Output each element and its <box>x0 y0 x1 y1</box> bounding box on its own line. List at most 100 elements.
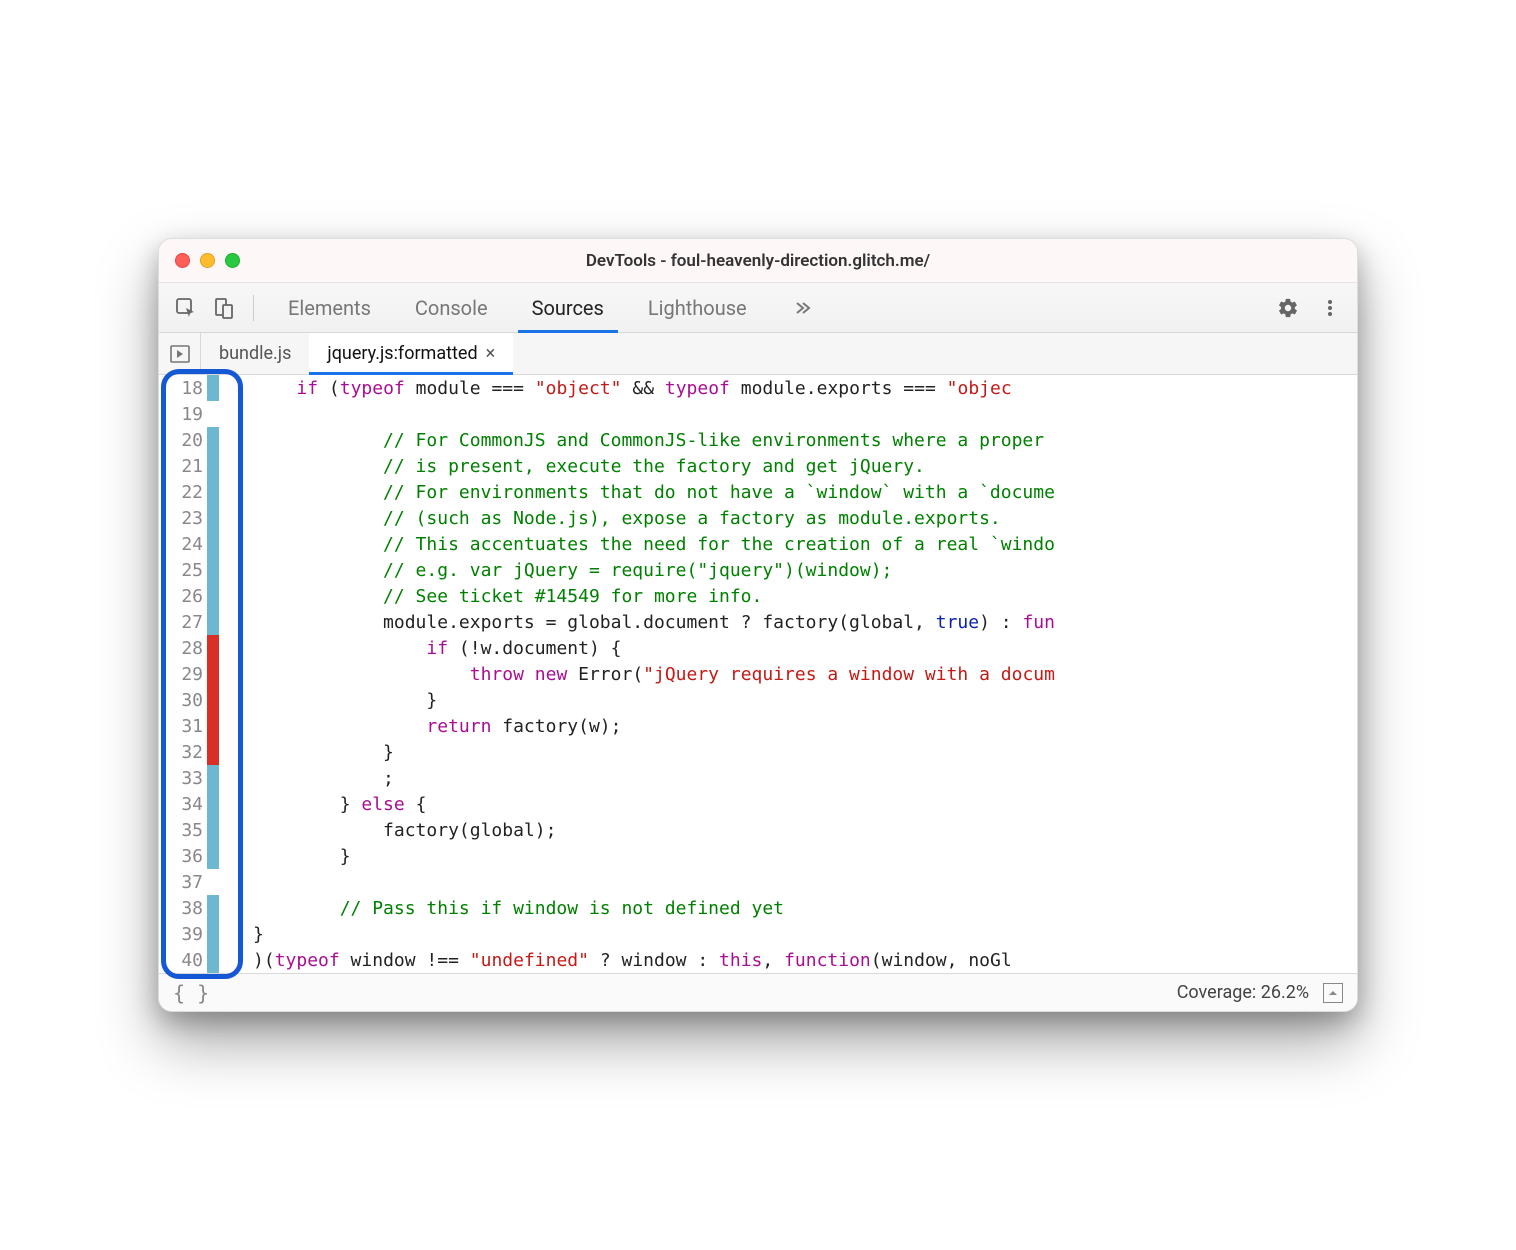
toolbar-divider <box>253 295 254 321</box>
line-number[interactable]: 22 <box>159 482 207 503</box>
line-number[interactable]: 38 <box>159 898 207 919</box>
coverage-marker <box>207 843 219 869</box>
code-line: return factory(w); <box>253 713 1357 739</box>
line-number[interactable]: 25 <box>159 560 207 581</box>
code-line: throw new Error("jQuery requires a windo… <box>253 661 1357 687</box>
coverage-marker <box>207 375 219 401</box>
code-line: } <box>253 687 1357 713</box>
line-number[interactable]: 27 <box>159 612 207 633</box>
file-tab-bar: bundle.js jquery.js:formatted × <box>159 333 1357 375</box>
coverage-marker <box>207 661 219 687</box>
tab-sources[interactable]: Sources <box>510 283 626 332</box>
code-line: } <box>253 843 1357 869</box>
line-number[interactable]: 34 <box>159 794 207 815</box>
line-number[interactable]: 31 <box>159 716 207 737</box>
window-controls <box>175 253 240 268</box>
line-number[interactable]: 36 <box>159 846 207 867</box>
line-number[interactable]: 30 <box>159 690 207 711</box>
code-line: factory(global); <box>253 817 1357 843</box>
coverage-marker <box>207 765 219 791</box>
coverage-marker <box>207 453 219 479</box>
maximize-window-button[interactable] <box>225 253 240 268</box>
line-number[interactable]: 37 <box>159 872 207 893</box>
line-number[interactable]: 28 <box>159 638 207 659</box>
file-tab-jquery[interactable]: jquery.js:formatted × <box>309 333 513 374</box>
code-line: // is present, execute the factory and g… <box>253 453 1357 479</box>
code-content[interactable]: if (typeof module === "object" && typeof… <box>219 375 1357 973</box>
kebab-menu-icon[interactable] <box>1313 291 1347 325</box>
code-line: // This accentuates the need for the cre… <box>253 531 1357 557</box>
window-title: DevTools - foul-heavenly-direction.glitc… <box>586 251 930 271</box>
main-toolbar: Elements Console Sources Lighthouse <box>159 283 1357 333</box>
code-line: if (typeof module === "object" && typeof… <box>253 375 1357 401</box>
coverage-marker <box>207 687 219 713</box>
line-number[interactable]: 24 <box>159 534 207 555</box>
coverage-marker <box>207 713 219 739</box>
pretty-print-icon[interactable]: { } <box>173 981 209 1005</box>
close-tab-icon[interactable]: × <box>486 343 496 364</box>
coverage-marker <box>207 739 219 765</box>
drawer-toggle-icon[interactable] <box>1323 983 1343 1003</box>
line-number[interactable]: 19 <box>159 404 207 425</box>
code-line: // e.g. var jQuery = require("jquery")(w… <box>253 557 1357 583</box>
navigator-toggle-icon[interactable] <box>159 333 201 374</box>
line-number[interactable]: 26 <box>159 586 207 607</box>
file-tab-label: bundle.js <box>219 343 291 364</box>
coverage-marker <box>207 635 219 661</box>
file-tab-bundle[interactable]: bundle.js <box>201 333 309 374</box>
line-number[interactable]: 20 <box>159 430 207 451</box>
coverage-marker <box>207 947 219 973</box>
titlebar: DevTools - foul-heavenly-direction.glitc… <box>159 239 1357 283</box>
minimize-window-button[interactable] <box>200 253 215 268</box>
devtools-window: DevTools - foul-heavenly-direction.glitc… <box>158 238 1358 1012</box>
line-number[interactable]: 39 <box>159 924 207 945</box>
code-line: } <box>253 921 1357 947</box>
code-line: // For environments that do not have a `… <box>253 479 1357 505</box>
statusbar: { } Coverage: 26.2% <box>159 973 1357 1011</box>
code-line: module.exports = global.document ? facto… <box>253 609 1357 635</box>
close-window-button[interactable] <box>175 253 190 268</box>
code-line: } else { <box>253 791 1357 817</box>
coverage-marker <box>207 609 219 635</box>
file-tab-label: jquery.js:formatted <box>327 343 477 364</box>
tab-more-icon[interactable] <box>769 283 833 332</box>
coverage-marker <box>207 791 219 817</box>
code-line: if (!w.document) { <box>253 635 1357 661</box>
line-number[interactable]: 18 <box>159 378 207 399</box>
coverage-marker <box>207 895 219 921</box>
code-line: // For CommonJS and CommonJS-like enviro… <box>253 427 1357 453</box>
coverage-marker <box>207 921 219 947</box>
settings-gear-icon[interactable] <box>1271 291 1305 325</box>
tab-console[interactable]: Console <box>393 283 510 332</box>
line-number[interactable]: 21 <box>159 456 207 477</box>
coverage-marker <box>207 427 219 453</box>
tab-elements[interactable]: Elements <box>266 283 393 332</box>
coverage-marker <box>207 583 219 609</box>
device-toolbar-icon[interactable] <box>207 291 241 325</box>
coverage-status: Coverage: 26.2% <box>1177 982 1309 1003</box>
coverage-marker <box>207 505 219 531</box>
inspect-element-icon[interactable] <box>169 291 203 325</box>
coverage-marker <box>207 531 219 557</box>
coverage-marker <box>207 479 219 505</box>
code-editor: 18 19 20 21 22 23 24 25 26 27 28 29 30 3… <box>159 375 1357 973</box>
coverage-marker <box>207 817 219 843</box>
tab-lighthouse[interactable]: Lighthouse <box>626 283 769 332</box>
code-line: ; <box>253 765 1357 791</box>
line-number[interactable]: 40 <box>159 950 207 971</box>
code-line: // See ticket #14549 for more info. <box>253 583 1357 609</box>
coverage-marker <box>207 557 219 583</box>
code-line: )(typeof window !== "undefined" ? window… <box>253 947 1357 973</box>
coverage-marker <box>207 401 219 427</box>
line-number[interactable]: 23 <box>159 508 207 529</box>
line-number[interactable]: 33 <box>159 768 207 789</box>
code-line <box>253 401 1357 427</box>
line-number[interactable]: 32 <box>159 742 207 763</box>
line-number[interactable]: 35 <box>159 820 207 841</box>
code-line <box>253 869 1357 895</box>
code-line: } <box>253 739 1357 765</box>
code-line: // (such as Node.js), expose a factory a… <box>253 505 1357 531</box>
gutter: 18 19 20 21 22 23 24 25 26 27 28 29 30 3… <box>159 375 219 973</box>
main-tab-strip: Elements Console Sources Lighthouse <box>266 283 1267 332</box>
line-number[interactable]: 29 <box>159 664 207 685</box>
